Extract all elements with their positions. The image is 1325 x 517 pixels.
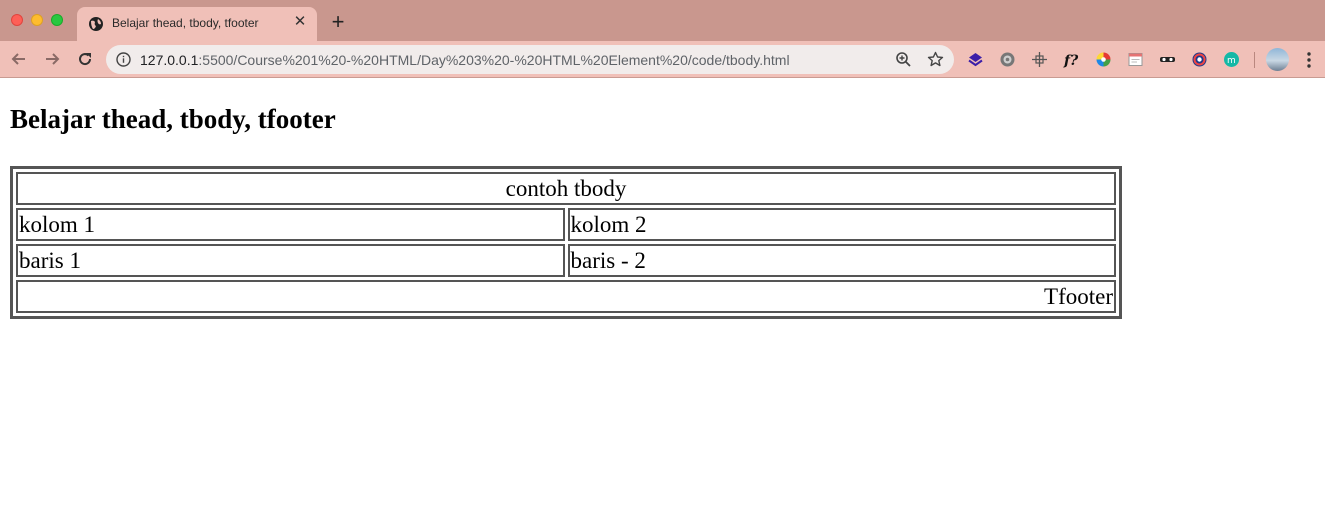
address-bar[interactable]: 127.0.0.1:5500/Course%201%20-%20HTML/Day… xyxy=(106,45,954,74)
layers-icon[interactable] xyxy=(967,51,984,68)
table-cell: kolom 1 xyxy=(16,208,565,241)
window-minimize-button[interactable] xyxy=(31,14,43,26)
tab-strip: Belajar thead, tbody, tfooter ✕ + xyxy=(0,0,1325,41)
forward-arrow-icon[interactable] xyxy=(42,49,62,69)
bookmark-star-icon[interactable] xyxy=(927,51,944,68)
active-tab[interactable]: Belajar thead, tbody, tfooter ✕ xyxy=(77,7,317,41)
svg-text:m: m xyxy=(1227,56,1236,66)
url-text[interactable]: 127.0.0.1:5500/Course%201%20-%20HTML/Day… xyxy=(140,52,790,68)
table-cell: baris - 2 xyxy=(567,244,1116,277)
page-title: Belajar thead, tbody, tfooter xyxy=(10,104,336,134)
move-cross-icon[interactable] xyxy=(1031,51,1048,68)
circle-ring-icon[interactable] xyxy=(1191,51,1208,68)
browser-toolbar: 127.0.0.1:5500/Course%201%20-%20HTML/Day… xyxy=(0,41,1325,78)
more-options-icon[interactable] xyxy=(1302,50,1316,70)
m-circle-icon[interactable]: m xyxy=(1223,51,1240,68)
table-row: kolom 1 kolom 2 xyxy=(16,208,1116,241)
font-question-icon[interactable]: f? xyxy=(1063,51,1080,68)
table-header-row: contoh tbody xyxy=(16,172,1116,205)
svg-text:f?: f? xyxy=(1063,53,1079,68)
window-maximize-button[interactable] xyxy=(51,14,63,26)
table-cell: kolom 2 xyxy=(567,208,1116,241)
globe-icon xyxy=(89,17,103,31)
calendar-icon[interactable] xyxy=(1127,51,1144,68)
gear-badge-icon[interactable] xyxy=(999,51,1016,68)
tab-title: Belajar thead, tbody, tfooter xyxy=(112,16,259,30)
url-path: :5500/Course%201%20-%20HTML/Day%203%20-%… xyxy=(198,52,790,68)
color-wheel-icon[interactable] xyxy=(1095,51,1112,68)
demo-table: contoh tbody kolom 1 kolom 2 baris 1 bar… xyxy=(10,166,1122,319)
url-host: 127.0.0.1 xyxy=(140,52,199,68)
window-close-button[interactable] xyxy=(11,14,23,26)
toolbar-divider xyxy=(1254,52,1255,68)
site-info-icon[interactable] xyxy=(116,52,131,67)
incognito-mask-icon[interactable] xyxy=(1159,51,1176,68)
table-head: contoh tbody xyxy=(16,172,1116,205)
table-footer-row: Tfooter xyxy=(16,280,1116,313)
tab-close-icon[interactable]: ✕ xyxy=(292,14,308,30)
zoom-icon[interactable] xyxy=(895,51,912,68)
table-header-cell: contoh tbody xyxy=(16,172,1116,205)
table-footer-cell: Tfooter xyxy=(16,280,1116,313)
reload-icon[interactable] xyxy=(75,49,95,69)
table-body: kolom 1 kolom 2 baris 1 baris - 2 xyxy=(16,208,1116,277)
new-tab-button[interactable]: + xyxy=(328,11,348,33)
profile-avatar[interactable] xyxy=(1266,48,1289,71)
back-arrow-icon[interactable] xyxy=(9,49,29,69)
table-row: baris 1 baris - 2 xyxy=(16,244,1116,277)
table-cell: baris 1 xyxy=(16,244,565,277)
table-foot: Tfooter xyxy=(16,280,1116,313)
